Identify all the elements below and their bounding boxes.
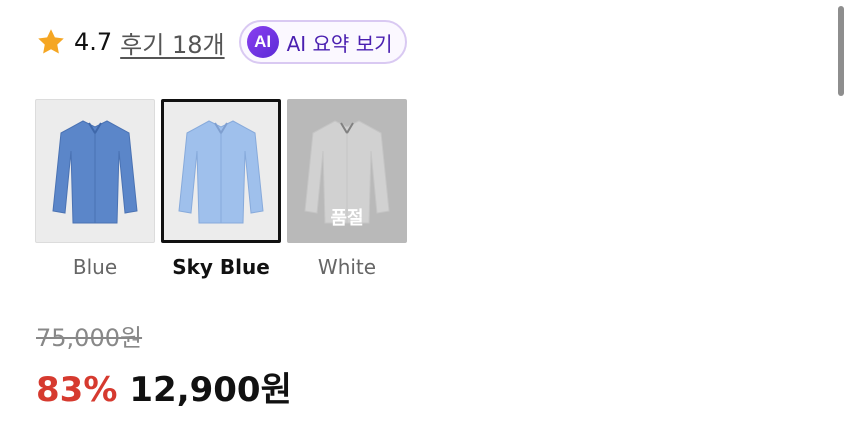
variant-label: Sky Blue <box>172 255 270 279</box>
ai-summary-button[interactable]: AI AI 요약 보기 <box>238 20 407 64</box>
variant-option-white[interactable]: 품절 White <box>287 99 407 279</box>
rating-row: 4.7 후기 18개 AI AI 요약 보기 <box>36 20 407 64</box>
rating-value: 4.7 <box>74 28 113 56</box>
review-count-link[interactable]: 후기 18개 <box>120 25 224 60</box>
sale-price: 12,900원 <box>129 370 292 410</box>
ai-summary-label: AI 요약 보기 <box>286 31 393 56</box>
star-icon <box>38 29 64 54</box>
sale-price-row: 83% 12,900원 <box>36 362 292 411</box>
variant-option-sky-blue[interactable]: Sky Blue <box>161 99 281 279</box>
variant-swatch-soldout: 품절 <box>287 99 407 243</box>
shirt-image-icon <box>52 120 138 224</box>
scrollbar-thumb[interactable] <box>838 6 844 96</box>
variant-label: Blue <box>72 255 118 279</box>
variant-option-blue[interactable]: Blue <box>35 99 155 279</box>
variant-swatch-selected <box>161 99 281 243</box>
sold-out-label: 품절 <box>330 208 364 229</box>
shirt-image-icon <box>178 120 264 224</box>
ai-badge-icon: AI <box>246 26 279 58</box>
discount-rate: 83% <box>36 370 118 410</box>
variant-swatch <box>35 99 155 243</box>
original-price: 75,000원 <box>36 324 143 352</box>
variant-label: White <box>317 255 377 279</box>
